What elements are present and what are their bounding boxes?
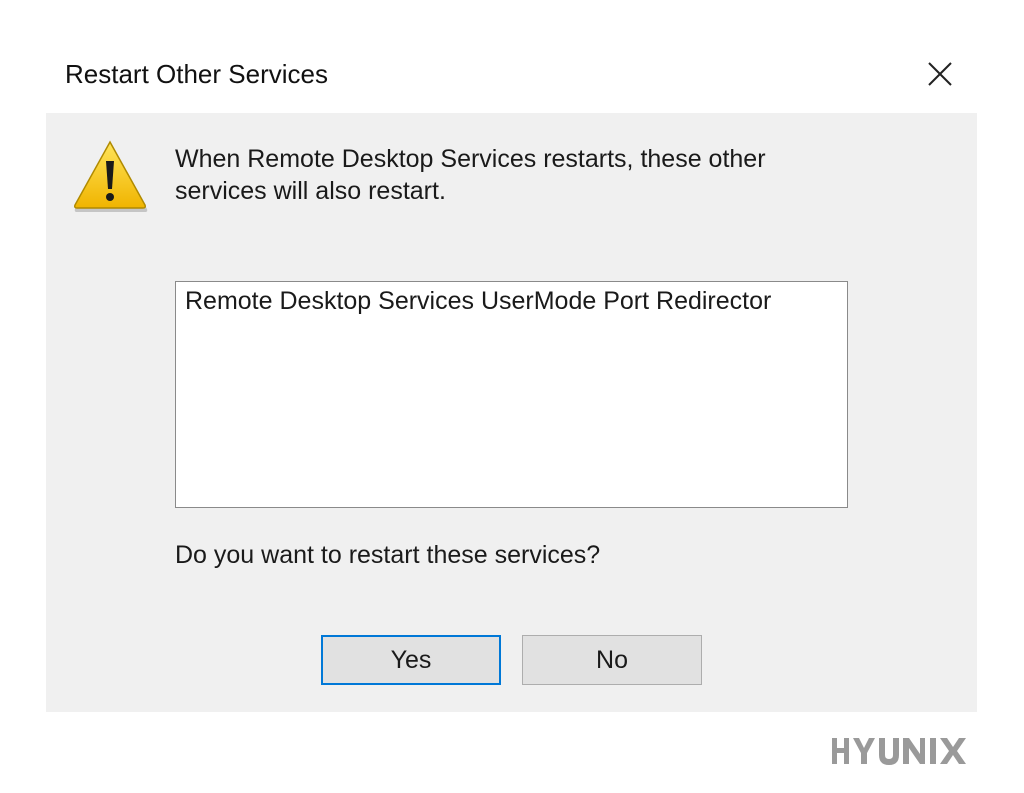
dialog-title: Restart Other Services bbox=[65, 59, 328, 89]
no-button[interactable]: No bbox=[522, 635, 702, 685]
dialog-body: When Remote Desktop Services restarts, t… bbox=[46, 113, 977, 712]
services-listbox[interactable]: Remote Desktop Services UserMode Port Re… bbox=[175, 281, 848, 508]
yes-button[interactable]: Yes bbox=[321, 635, 501, 685]
dialog-question: Do you want to restart these services? bbox=[175, 541, 601, 569]
close-icon bbox=[928, 62, 952, 86]
restart-services-dialog: Restart Other Services When Remote Deskt… bbox=[0, 0, 1024, 793]
dialog-message: When Remote Desktop Services restarts, t… bbox=[175, 145, 766, 205]
title-bar: Restart Other Services bbox=[46, 36, 977, 113]
hyunix-watermark-logo bbox=[832, 738, 966, 765]
warning-icon bbox=[74, 140, 148, 212]
list-item[interactable]: Remote Desktop Services UserMode Port Re… bbox=[185, 287, 771, 316]
close-button[interactable] bbox=[912, 50, 968, 98]
